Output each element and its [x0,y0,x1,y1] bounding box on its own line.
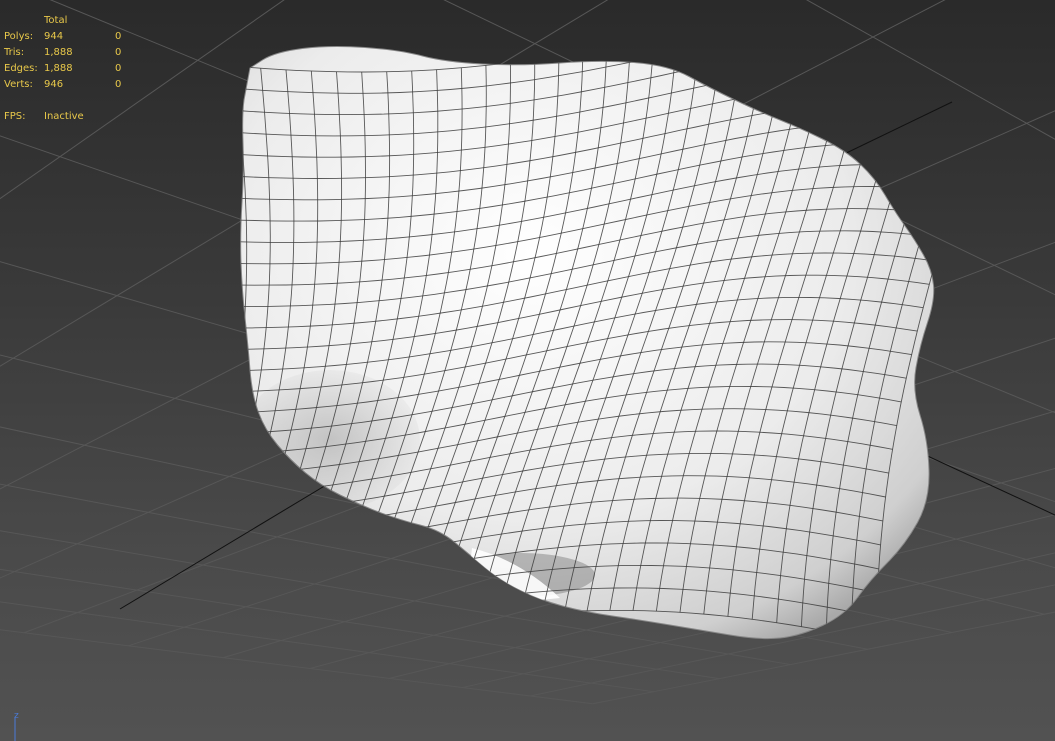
world-axis-line [835,101,953,159]
stats-selected: 0 [115,79,122,90]
stats-total: 944 [44,31,64,42]
axis-z-label: z [14,711,19,721]
stats-total: 946 [44,79,64,90]
stats-label: Tris: [4,47,25,58]
stats-header: Total [44,15,68,26]
fps-label: FPS: [4,111,26,122]
stats-selected: 0 [115,47,122,58]
stats-label: Edges: [4,63,38,74]
viewport-scene [0,0,1055,741]
stats-total: 1,888 [44,63,73,74]
rock-mesh[interactable] [148,0,1005,666]
stats-total: 1,888 [44,47,73,58]
stats-label: Polys: [4,31,34,42]
stats-selected: 0 [115,63,122,74]
stats-selected: 0 [115,31,122,42]
fps-value: Inactive [44,111,84,122]
wire-edge [148,64,224,666]
stats-label: Verts: [4,79,33,90]
viewport-3d[interactable]: Total Polys: 944 0 Tris: 1,888 0 Edges: … [0,0,1055,741]
